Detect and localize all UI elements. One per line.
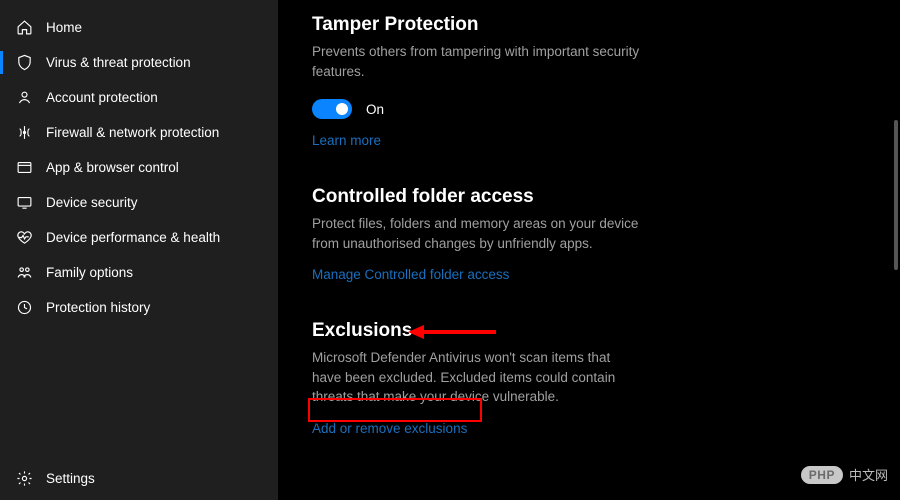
sidebar-item-settings[interactable]: Settings [0,461,278,496]
account-icon [14,88,34,108]
sidebar-list: Home Virus & threat protection Account p… [0,10,278,461]
browser-icon [14,158,34,178]
sidebar-item-device-security[interactable]: Device security [0,185,278,220]
sidebar-item-home[interactable]: Home [0,10,278,45]
shield-icon [14,53,34,73]
tamper-protection-section: Tamper Protection Prevents others from t… [312,14,870,150]
sidebar-item-virus-threat[interactable]: Virus & threat protection [0,45,278,80]
scrollbar[interactable] [894,0,898,500]
device-icon [14,193,34,213]
sidebar-item-performance[interactable]: Device performance & health [0,220,278,255]
controlled-folder-section: Controlled folder access Protect files, … [312,186,870,284]
sidebar-item-label: Device security [46,195,138,210]
exclusions-section: Exclusions Microsoft Defender Antivirus … [312,320,870,438]
section-title: Exclusions [312,320,870,342]
home-icon [14,18,34,38]
sidebar: Home Virus & threat protection Account p… [0,0,278,500]
sidebar-item-family[interactable]: Family options [0,255,278,290]
scrollbar-thumb[interactable] [894,120,898,270]
main-content: Tamper Protection Prevents others from t… [278,0,900,500]
section-description: Protect files, folders and memory areas … [312,214,642,253]
sidebar-item-account[interactable]: Account protection [0,80,278,115]
sidebar-item-label: Account protection [46,90,158,105]
add-remove-exclusions-link[interactable]: Add or remove exclusions [312,421,467,436]
section-description: Microsoft Defender Antivirus won't scan … [312,348,642,407]
toggle-state-label: On [366,102,384,117]
manage-controlled-folder-link[interactable]: Manage Controlled folder access [312,267,509,282]
settings-icon [14,469,34,489]
sidebar-item-label: Home [46,20,82,35]
sidebar-item-label: Device performance & health [46,230,220,245]
learn-more-link[interactable]: Learn more [312,133,381,148]
windows-security-app: Home Virus & threat protection Account p… [0,0,900,500]
sidebar-item-label: App & browser control [46,160,179,175]
sidebar-item-label: Protection history [46,300,150,315]
sidebar-item-label: Settings [46,471,95,486]
sidebar-item-firewall[interactable]: Firewall & network protection [0,115,278,150]
sidebar-item-app-browser[interactable]: App & browser control [0,150,278,185]
sidebar-item-label: Firewall & network protection [46,125,219,140]
sidebar-item-history[interactable]: Protection history [0,290,278,325]
family-icon [14,263,34,283]
watermark-text: 中文网 [849,465,888,484]
sidebar-item-label: Family options [46,265,133,280]
network-icon [14,123,34,143]
section-title: Controlled folder access [312,186,870,208]
history-icon [14,298,34,318]
section-description: Prevents others from tampering with impo… [312,42,642,81]
watermark-pill: PHP [801,466,843,484]
watermark: PHP 中文网 [801,465,888,484]
toggle-row: On [312,99,870,119]
sidebar-bottom: Settings [0,461,278,500]
heart-icon [14,228,34,248]
tamper-toggle[interactable] [312,99,352,119]
section-title: Tamper Protection [312,14,870,36]
sidebar-item-label: Virus & threat protection [46,55,191,70]
